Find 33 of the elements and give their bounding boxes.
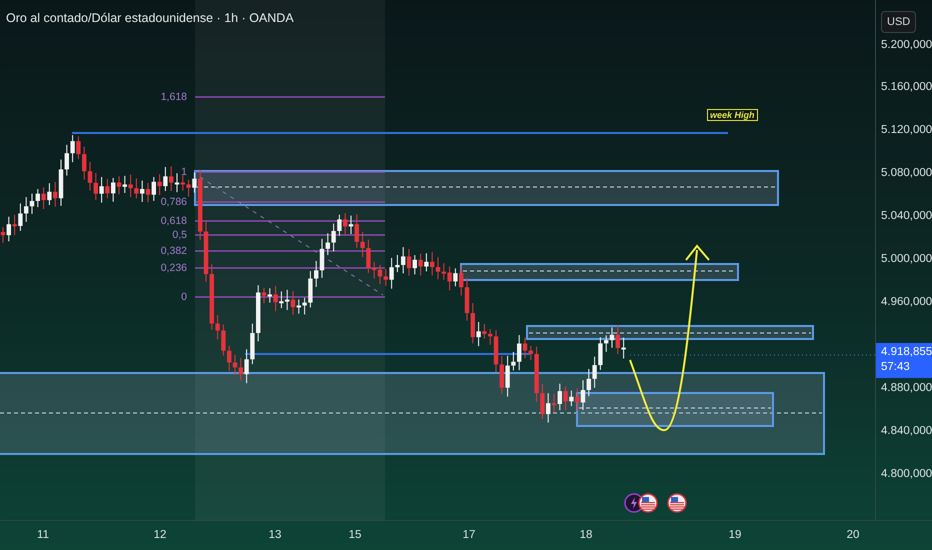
price-tick: 5.200,000 (881, 39, 932, 51)
fib-level-label: 1,618 (160, 91, 187, 103)
chart-title: Oro al contado/Dólar estadounidense · 1h · OANDA (6, 11, 294, 25)
annotation-label: week High (707, 109, 758, 121)
time-tick: 20 (846, 529, 860, 541)
fib-level-label: 0,786 (160, 196, 187, 208)
price-tick: 4.880,000 (881, 382, 932, 394)
price-tick: 4.800,000 (881, 468, 932, 480)
fib-level-label: 0,236 (160, 262, 187, 274)
price-tick: 5.000,000 (881, 253, 932, 265)
price-tick: 5.040,000 (881, 210, 932, 222)
flag-icon[interactable] (638, 493, 658, 513)
time-tick: 13 (268, 529, 282, 541)
flag-icon[interactable] (667, 493, 687, 513)
time-tick: 11 (37, 529, 49, 541)
time-tick: 18 (580, 529, 592, 541)
price-tick: 5.160,000 (881, 81, 932, 93)
price-tick: 4.960,000 (881, 296, 932, 308)
price-tick: 5.120,000 (881, 124, 932, 136)
time-tick: 19 (728, 529, 742, 541)
price-tick: 4.840,000 (881, 425, 932, 437)
currency-button[interactable]: USD (881, 11, 916, 33)
fib-level-label: 0,618 (160, 215, 187, 227)
time-tick: 17 (462, 529, 476, 541)
fib-level-label: 0,5 (172, 229, 187, 241)
fib-level-label: 1 (181, 166, 187, 178)
price-tick: 5.080,000 (881, 167, 932, 179)
time-tick: 12 (154, 529, 166, 541)
fib-level-label: 0 (181, 291, 187, 303)
fib-level-label: 0,382 (160, 245, 187, 257)
time-tick: 15 (348, 529, 362, 541)
countdown-timer: 57:43 (881, 360, 911, 375)
current-price: 4.918,855 (881, 345, 932, 360)
